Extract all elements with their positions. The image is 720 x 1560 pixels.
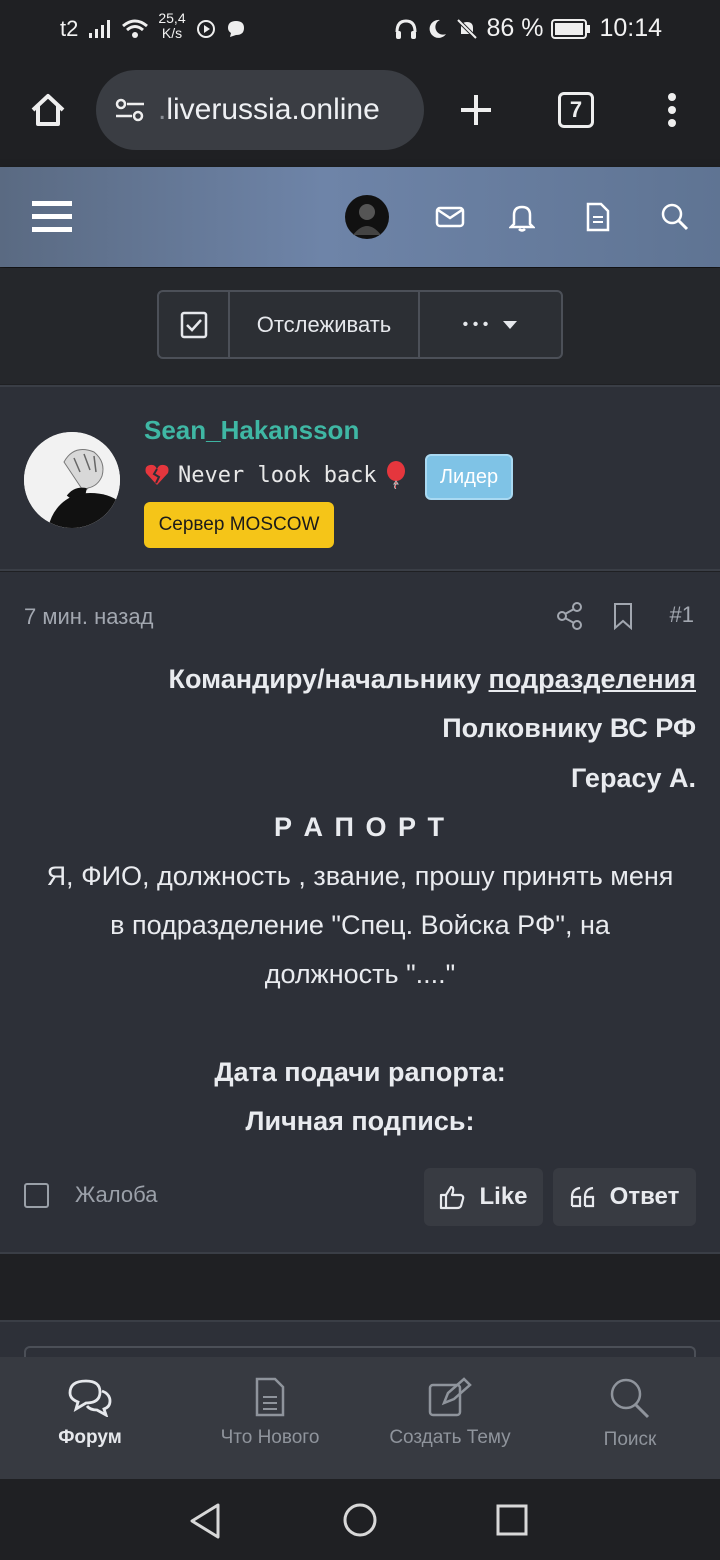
search-icon[interactable] [656,197,694,237]
quick-reply-area [0,1320,720,1366]
author-avatar[interactable] [24,432,120,528]
moon-icon [430,19,447,38]
bookmark-icon[interactable] [612,602,634,630]
mail-icon[interactable] [432,199,468,235]
url-text: ‎.liverussia.online [158,93,380,126]
broken-heart-icon [145,464,169,485]
bottom-tab-bar: Форум Что Нового Создать Тему Поиск [0,1357,720,1479]
message-icon [227,21,244,37]
checkbox-checked-icon [180,311,207,338]
browser-toolbar: ‎.liverussia.online 7 [0,58,720,166]
play-icon [196,20,215,38]
url-bar[interactable]: ‎.liverussia.online [96,70,424,150]
browser-menu-icon[interactable] [656,88,688,132]
status-bar: t2 25,4 K/s 86 % 10:14 [0,0,720,58]
recents-icon[interactable] [496,1504,528,1536]
addressee-line-2: Полковнику ВС РФ [442,713,696,743]
tab-forum[interactable]: Форум [0,1357,180,1479]
thread-button-group: Отслеживать • • • [157,290,563,359]
home-icon[interactable] [24,86,72,134]
report-complaint[interactable]: Жалоба [24,1182,157,1208]
carrier-label: t2 [60,16,79,41]
reply-button[interactable]: Ответ [553,1168,696,1226]
hamburger-menu-icon[interactable] [30,195,74,239]
balloon-icon [386,461,405,489]
search-icon [610,1378,650,1419]
clock: 10:14 [599,14,662,42]
home-circle-icon[interactable] [342,1502,378,1538]
report-heading: Р А П О Р Т [274,812,446,842]
follow-button[interactable]: Отслеживать [230,292,420,357]
select-post-checkbox[interactable] [24,1182,49,1208]
headphones-icon [395,18,417,39]
tab-switcher-button[interactable]: 7 [554,88,598,132]
bell-icon[interactable] [504,197,540,237]
post-timestamp[interactable]: 7 мин. назад [24,604,153,630]
server-badge: Сервер MOSCOW [144,502,334,548]
post-author-block: Sean_Hakansson Never look back Лидер Сер… [0,385,720,571]
document-icon [255,1377,285,1417]
battery-percent: 86 % [486,14,544,42]
report-text-line-1: Я, ФИО, должность , звание, прошу принят… [46,861,674,891]
forum-header [0,167,720,267]
leader-badge: Лидер [425,454,513,500]
report-text-line-2: в подразделение "Спец. Войска РФ", на [110,910,610,940]
wifi-icon [122,19,149,38]
post-number[interactable]: #1 [670,602,694,628]
signature-label: Личная подпись: [245,1106,475,1136]
battery-icon [551,18,591,39]
more-options-button[interactable]: • • • [420,292,561,357]
signal-icon [89,20,111,38]
tab-search[interactable]: Поиск [540,1357,720,1479]
account-avatar[interactable] [345,195,389,239]
post: 7 мин. назад #1 Командиру/начальнику под… [0,572,720,1254]
share-icon[interactable] [557,602,583,630]
thumbs-up-icon [440,1185,465,1210]
date-label: Дата подачи рапорта: [214,1057,506,1087]
tab-create-thread[interactable]: Создать Тему [360,1357,540,1479]
chevron-down-icon [503,320,518,329]
system-navigation-bar [0,1480,720,1560]
post-separator [0,1255,720,1319]
post-footer: Жалоба Like Ответ [0,1168,720,1228]
addressee-line-1: Командиру/начальнику подразделения [168,664,696,694]
thread-actions: Отслеживать • • • [0,268,720,384]
chat-bubbles-icon [68,1379,112,1417]
network-speed: 25,4 K/s [158,10,186,41]
addressee-line-3: Герасу А. [571,763,696,793]
select-thread-button[interactable] [159,292,230,357]
author-title: Never look back [144,461,407,489]
tab-whats-new[interactable]: Что Нового [180,1357,360,1479]
back-icon[interactable] [188,1502,224,1540]
site-settings-icon[interactable] [114,96,146,124]
new-tab-icon[interactable] [454,88,498,132]
report-text-line-3: должность "...." [264,959,456,989]
author-username[interactable]: Sean_Hakansson [144,415,359,446]
whats-new-icon[interactable] [580,197,616,237]
mute-bell-icon [457,18,478,39]
quote-icon [570,1186,594,1208]
edit-icon [428,1377,472,1417]
like-button[interactable]: Like [424,1168,543,1226]
